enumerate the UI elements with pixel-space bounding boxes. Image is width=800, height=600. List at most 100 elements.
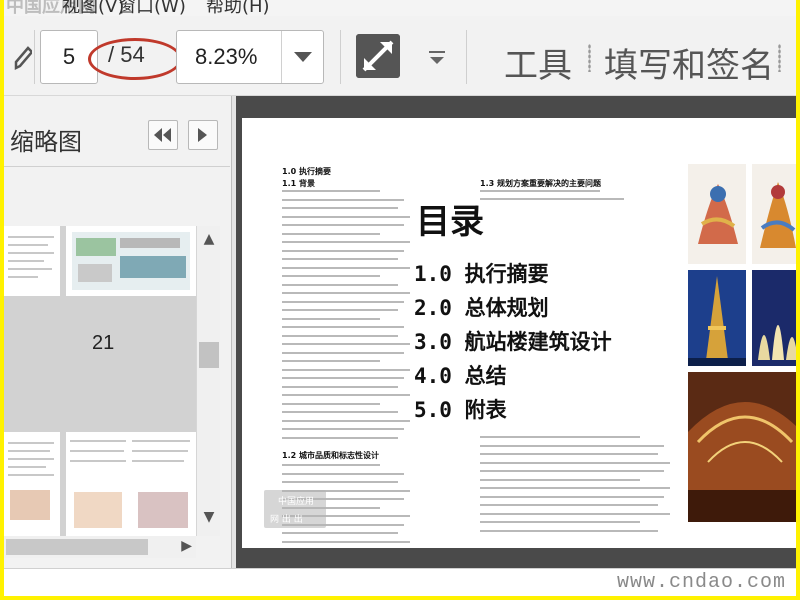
scrollbar-thumb[interactable] (6, 539, 148, 555)
fountain-night-image (752, 270, 796, 366)
document-view[interactable]: 1.0 执行摘要 1.1 背景 1.3 规划方案重要解决的主要问题 1.2 城市… (236, 96, 796, 568)
thumbnail-page-21[interactable] (66, 226, 196, 296)
text-line (282, 481, 398, 483)
text-line (480, 190, 600, 192)
text-line (480, 504, 658, 506)
text-line (282, 326, 404, 328)
text-line (282, 224, 404, 226)
section-heading: 1.0 执行摘要 (282, 167, 331, 176)
text-line (282, 360, 380, 362)
thumbnail-scrollbar-horizontal[interactable]: ▶ (4, 536, 196, 558)
chevron-down-icon[interactable] (281, 31, 323, 83)
scrollbar-thumb[interactable] (199, 342, 219, 368)
menu-bar: 中国应用网 视图(V) 窗口(W) 帮助(H) (4, 0, 796, 16)
phoenix-painting-image (688, 164, 746, 264)
tools-button[interactable]: 工具 (504, 38, 572, 87)
thumbnail-panel: 缩略图 21 ▲ ▼ ▶ (4, 96, 232, 568)
text-line (282, 241, 410, 243)
frame-border-right (796, 0, 800, 600)
section-heading: 1.2 城市品质和标志性设计 (282, 451, 379, 460)
scroll-up-icon[interactable]: ▲ (202, 232, 216, 246)
text-line (282, 334, 398, 337)
text-line (282, 532, 398, 534)
text-line (480, 529, 658, 532)
text-line (282, 419, 410, 422)
section-heading: 1.1 背景 (282, 179, 315, 188)
document-page: 1.0 执行摘要 1.1 背景 1.3 规划方案重要解决的主要问题 1.2 城市… (242, 118, 796, 548)
text-line (282, 258, 398, 260)
text-line (282, 198, 404, 201)
toc-item: 5.0 附表 (414, 398, 507, 422)
phoenix-painting-image (752, 164, 796, 264)
text-line (282, 300, 404, 303)
menu-item-window[interactable]: 窗口(W) (118, 0, 186, 16)
text-line (282, 266, 410, 269)
zoom-select[interactable]: 8.23% (176, 30, 324, 84)
toc-title: 目录 (416, 202, 484, 242)
text-line (282, 351, 404, 354)
text-line (282, 394, 410, 396)
text-line (480, 453, 658, 455)
site-watermark: www.cndao.com (616, 571, 786, 594)
text-line (282, 249, 404, 252)
watermark-stamp: 中国应用 网 出 出 (264, 490, 326, 528)
text-line (282, 275, 380, 277)
text-line (480, 521, 640, 523)
text-line (480, 495, 664, 498)
text-line (480, 470, 664, 472)
panel-divider (4, 166, 230, 167)
text-line (282, 309, 398, 311)
eiffel-tower-image (688, 270, 746, 366)
toolbar-divider (340, 30, 341, 84)
scroll-right-icon[interactable]: ▶ (181, 538, 192, 554)
text-line (282, 207, 398, 209)
thumbnail-page[interactable] (66, 432, 196, 536)
text-line (282, 232, 380, 235)
text-line (480, 198, 624, 200)
previous-page-button[interactable] (148, 120, 178, 150)
text-line (282, 411, 398, 413)
edit-pencil-icon[interactable] (12, 42, 32, 72)
text-line (282, 377, 404, 379)
panel-title: 缩略图 (10, 128, 82, 156)
toolbar-grip (778, 44, 781, 72)
status-bar: www.cndao.com (4, 568, 796, 596)
toc-item: 4.0 总结 (414, 364, 507, 388)
thumbnail-list[interactable]: 21 (4, 226, 196, 536)
toc-item: 1.0 执行摘要 (414, 262, 549, 286)
text-line (480, 461, 670, 464)
thumbnail-scrollbar-vertical[interactable]: ▲ ▼ (196, 226, 220, 536)
menu-item-help[interactable]: 帮助(H) (206, 0, 270, 16)
zoom-value: 8.23% (195, 44, 258, 69)
double-chevron-left-icon (154, 128, 171, 142)
terminal-interior-image (688, 372, 796, 522)
text-line (282, 215, 410, 218)
text-line (282, 428, 404, 430)
text-line (282, 317, 380, 320)
fullscreen-icon[interactable] (356, 34, 400, 78)
thumbnail-page-number: 21 (92, 332, 115, 354)
toolbar-divider (34, 30, 35, 84)
text-line (480, 487, 670, 489)
more-options-icon[interactable] (426, 46, 448, 68)
next-page-button[interactable] (188, 120, 218, 150)
scroll-down-icon[interactable]: ▼ (202, 510, 216, 524)
annotation-ellipse (88, 38, 182, 80)
toc-item: 2.0 总体规划 (414, 296, 549, 320)
thumbnail-page[interactable] (4, 432, 60, 536)
text-line (282, 402, 380, 405)
fill-and-sign-button[interactable]: 填写和签名 (604, 38, 774, 87)
text-line (282, 368, 410, 371)
frame-border-bottom (0, 596, 800, 600)
chevron-right-icon (198, 128, 207, 142)
text-line (282, 190, 380, 192)
text-line (480, 512, 670, 515)
menu-item-view[interactable]: 视图(V) (62, 0, 124, 16)
toolbar: 5 / 54 8.23% 工具 填写和签名 (4, 16, 796, 96)
section-heading: 1.3 规划方案重要解决的主要问题 (480, 179, 601, 188)
text-line (480, 478, 640, 481)
text-line (282, 436, 398, 439)
text-line (282, 283, 398, 286)
toolbar-divider (466, 30, 467, 84)
thumbnail-page[interactable] (4, 226, 60, 296)
